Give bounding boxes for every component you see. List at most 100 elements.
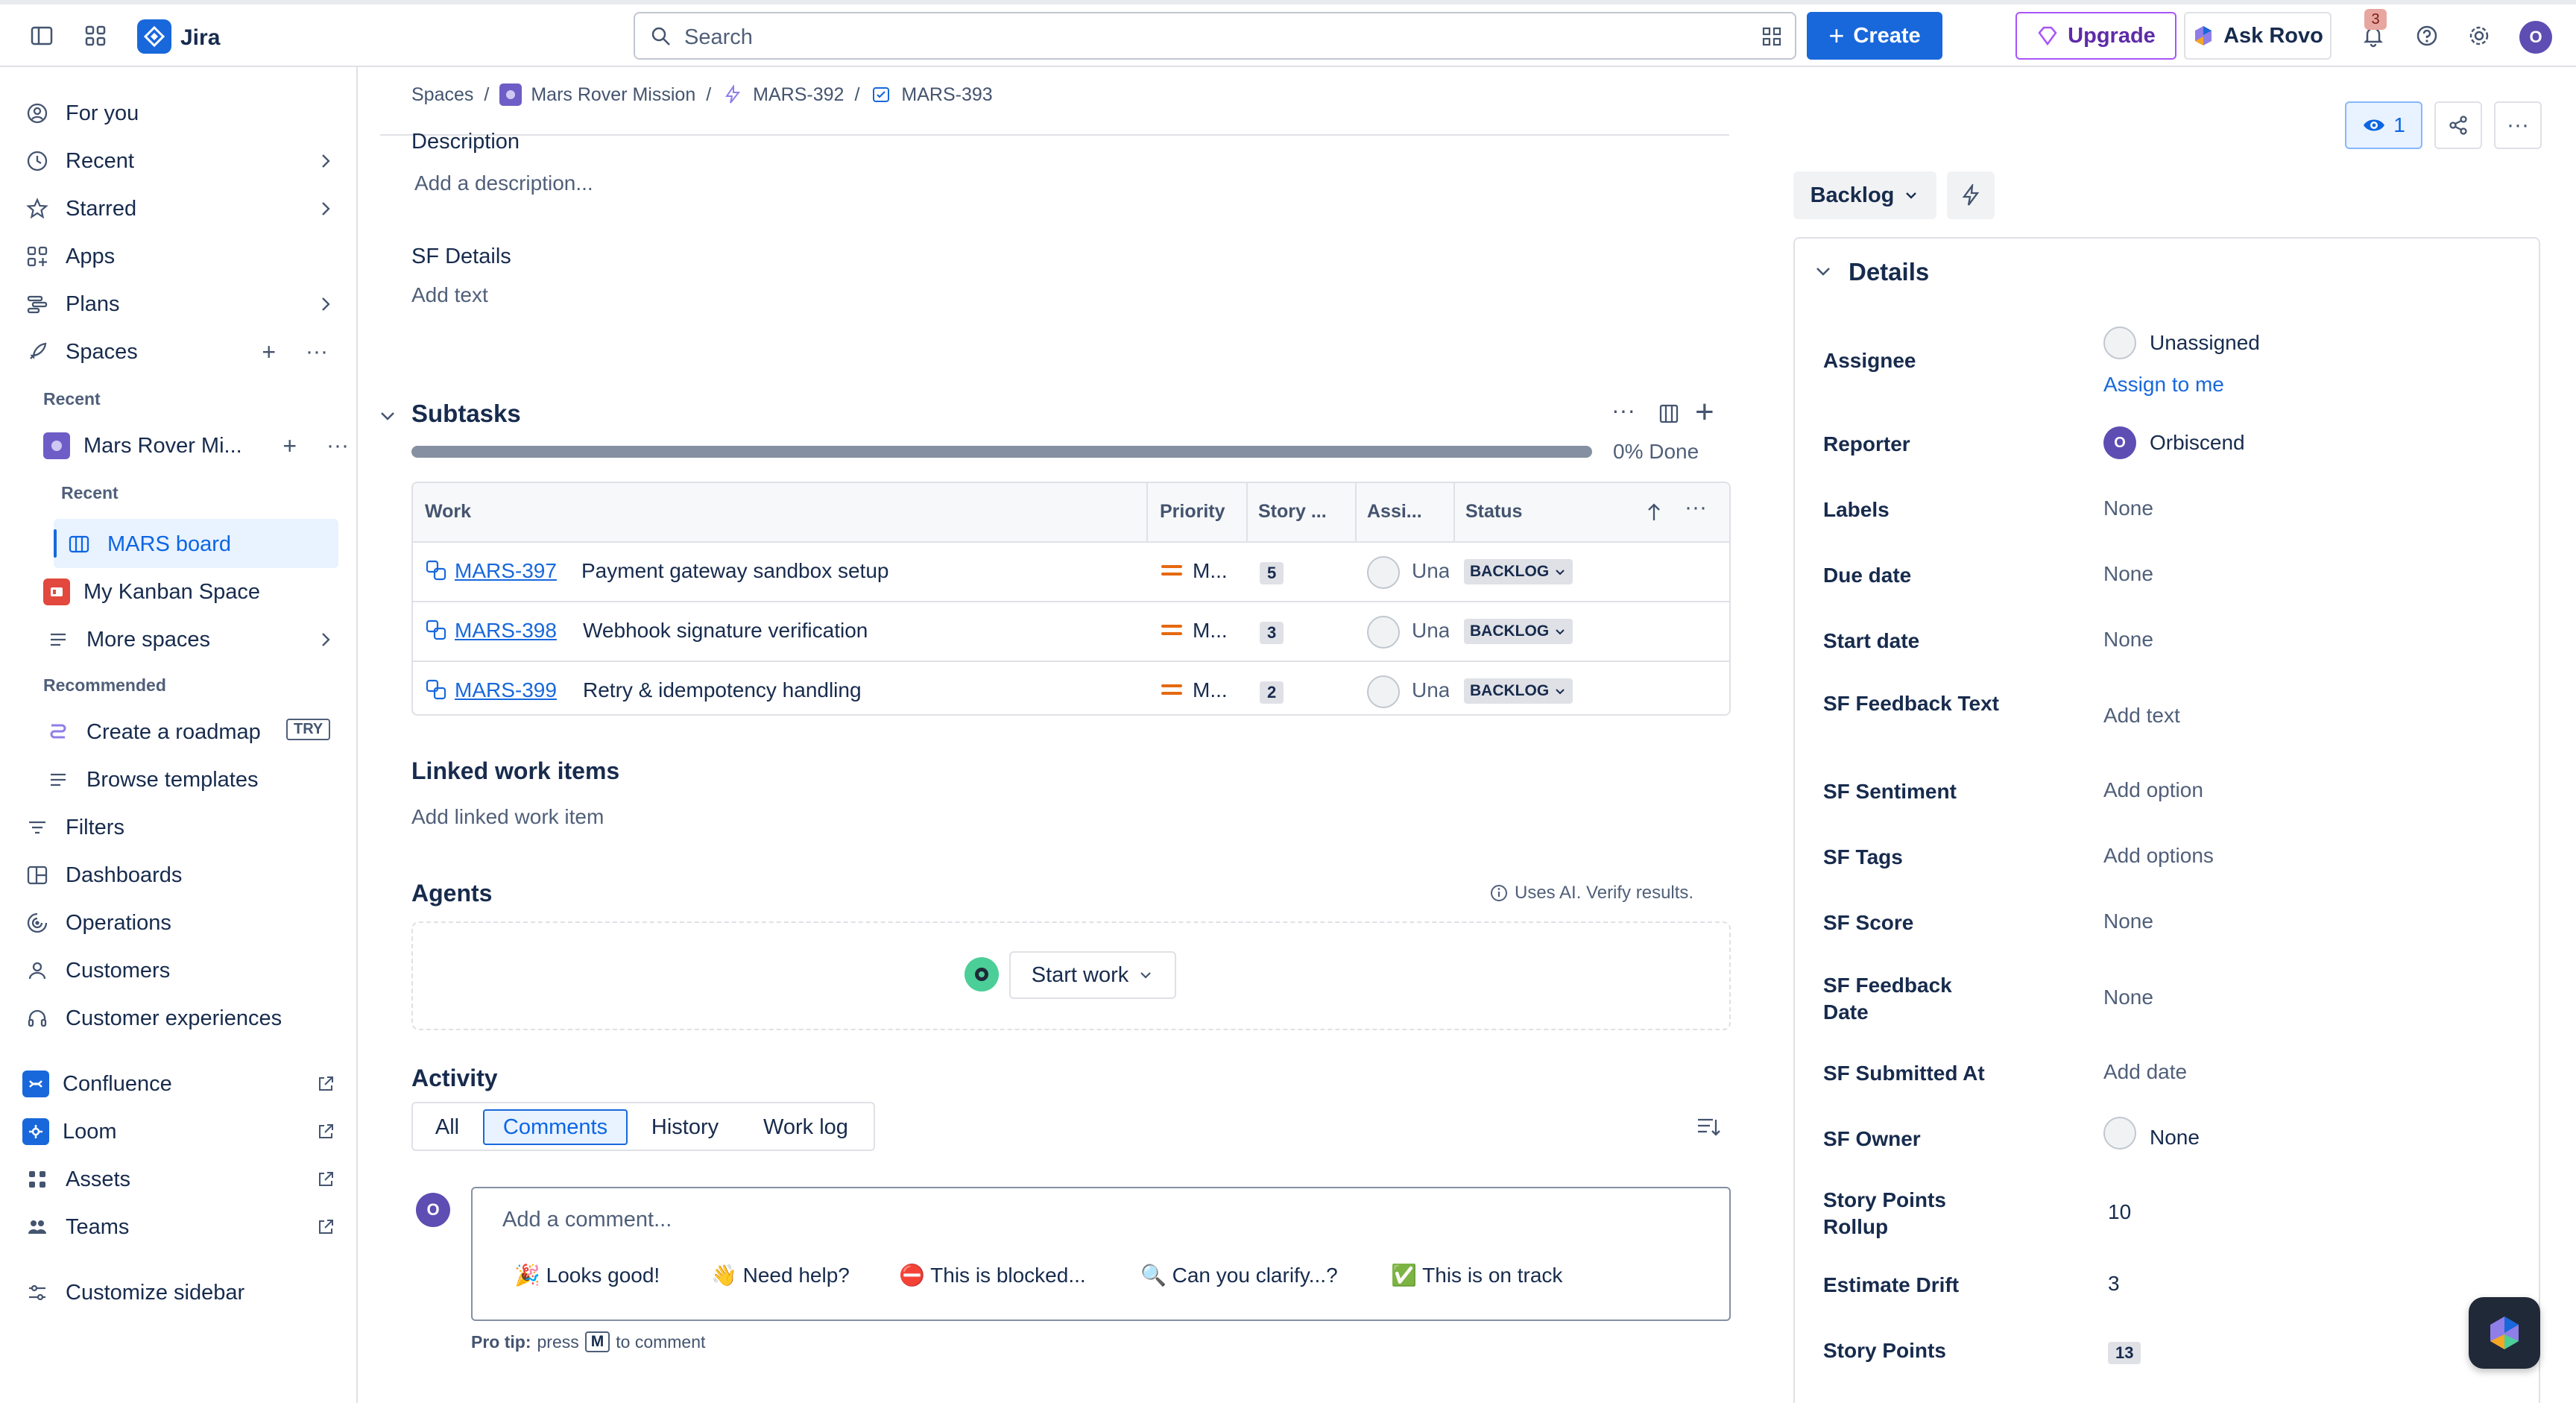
sidebar-item-assets[interactable]: Assets — [22, 1158, 335, 1200]
subtask-priority[interactable]: M... — [1193, 559, 1228, 583]
columns-icon[interactable] — [1658, 403, 1680, 425]
create-button[interactable]: + Create — [1807, 12, 1942, 60]
labels-value[interactable]: None — [2103, 496, 2153, 520]
app-switcher-icon[interactable] — [80, 21, 110, 51]
sidebar-item-loom[interactable]: Loom — [22, 1111, 335, 1153]
subtask-assignee[interactable]: Una — [1412, 678, 1449, 702]
start-work-button[interactable]: Start work — [1009, 951, 1176, 999]
subtask-summary[interactable]: Payment gateway sandbox setup — [581, 559, 888, 583]
quick-reply-blocked[interactable]: ⛔ This is blocked... — [899, 1263, 1086, 1287]
more-icon[interactable]: ··· — [306, 339, 328, 365]
status-dropdown[interactable]: BACKLOG — [1464, 678, 1573, 704]
rovo-chat-button[interactable] — [2469, 1297, 2540, 1369]
table-row[interactable]: MARS-398 Webhook signature verification … — [413, 602, 1729, 662]
tab-history[interactable]: History — [637, 1109, 733, 1145]
quick-reply-on-track[interactable]: ✅ This is on track — [1391, 1263, 1562, 1287]
sidebar-toggle-icon[interactable] — [27, 21, 57, 51]
sidebar-item-spaces[interactable]: Spaces + ··· — [22, 331, 335, 373]
subtask-key[interactable]: MARS-398 — [455, 619, 557, 643]
sidebar-item-filters[interactable]: Filters — [22, 807, 124, 848]
sf-submitted-at-value[interactable]: Add date — [2103, 1060, 2187, 1084]
sf-tags-value[interactable]: Add options — [2103, 844, 2214, 868]
add-linked-item[interactable]: Add linked work item — [411, 805, 604, 829]
due-date-value[interactable]: None — [2103, 562, 2153, 586]
tab-comments[interactable]: Comments — [483, 1109, 628, 1145]
assign-to-me-link[interactable]: Assign to me — [2103, 373, 2224, 397]
story-points-badge[interactable]: 5 — [1260, 562, 1284, 584]
story-points-badge[interactable]: 3 — [1260, 622, 1284, 644]
estimate-drift-value[interactable]: 3 — [2108, 1272, 2120, 1296]
share-button[interactable] — [2434, 101, 2482, 149]
subtask-summary[interactable]: Retry & idempotency handling — [583, 678, 862, 702]
sidebar-item-confluence[interactable]: Confluence — [22, 1063, 335, 1105]
help-icon[interactable] — [2412, 21, 2442, 51]
sidebar-item-create-roadmap[interactable]: Create a roadmap — [43, 711, 261, 753]
description-field[interactable]: Add a description... — [414, 171, 593, 195]
add-subtask-icon[interactable]: + — [1695, 394, 1714, 431]
reporter-value[interactable]: Orbiscend — [2150, 431, 2245, 455]
assignee-value[interactable]: Unassigned — [2150, 331, 2260, 355]
subtask-priority[interactable]: M... — [1193, 619, 1228, 643]
add-icon[interactable]: + — [282, 432, 297, 460]
quick-reply-clarify[interactable]: 🔍 Can you clarify...? — [1140, 1263, 1338, 1287]
breadcrumb-project[interactable]: Mars Rover Mission — [531, 84, 695, 106]
quick-reply-looks-good[interactable]: 🎉 Looks good! — [514, 1263, 660, 1287]
subtask-key[interactable]: MARS-397 — [455, 559, 557, 583]
subtask-key[interactable]: MARS-399 — [455, 678, 557, 702]
start-date-value[interactable]: None — [2103, 628, 2153, 652]
breadcrumb-spaces[interactable]: Spaces — [411, 84, 473, 106]
sf-feedback-date-value[interactable]: None — [2103, 986, 2153, 1009]
subtask-assignee[interactable]: Una — [1412, 559, 1449, 583]
sf-score-value[interactable]: None — [2103, 909, 2153, 933]
more-icon[interactable]: ··· — [1685, 495, 1707, 520]
sidebar-item-for-you[interactable]: For you — [22, 92, 139, 134]
app-name[interactable]: Jira — [180, 25, 220, 51]
sidebar-item-plans[interactable]: Plans — [22, 283, 335, 325]
gear-icon[interactable] — [2464, 21, 2494, 51]
collapse-chevron-icon[interactable] — [377, 406, 398, 426]
status-dropdown[interactable]: BACKLOG — [1464, 619, 1573, 644]
column-work[interactable]: Work — [425, 501, 471, 523]
comment-input[interactable]: Add a comment... 🎉 Looks good! 👋 Need he… — [471, 1187, 1731, 1321]
breadcrumb-current[interactable]: MARS-393 — [901, 84, 992, 106]
sidebar-item-teams[interactable]: Teams — [22, 1206, 335, 1248]
collapse-chevron-icon[interactable] — [1813, 261, 1834, 282]
sidebar-item-mars-board[interactable]: MARS board — [64, 523, 231, 565]
sidebar-item-operations[interactable]: Operations — [22, 902, 171, 944]
sidebar-item-kanban[interactable]: My Kanban Space — [43, 571, 260, 613]
tab-work-log[interactable]: Work log — [744, 1109, 868, 1145]
column-story-points[interactable]: Story ... — [1258, 501, 1327, 523]
table-row[interactable]: MARS-397 Payment gateway sandbox setup M… — [413, 543, 1729, 602]
tab-all[interactable]: All — [423, 1109, 471, 1145]
search-input[interactable]: Search — [634, 12, 1796, 60]
qr-scan-icon[interactable] — [1761, 25, 1783, 48]
column-status[interactable]: Status — [1465, 501, 1522, 523]
sidebar-item-customer-experiences[interactable]: Customer experiences — [22, 997, 282, 1039]
sidebar-item-dashboards[interactable]: Dashboards — [22, 854, 182, 896]
sort-icon[interactable] — [1695, 1114, 1722, 1141]
sf-owner-value[interactable]: None — [2150, 1126, 2200, 1150]
sidebar-item-mars-rover[interactable]: Mars Rover Mi... + ··· — [43, 425, 349, 467]
subtask-priority[interactable]: M... — [1193, 678, 1228, 702]
sidebar-item-customers[interactable]: Customers — [22, 950, 170, 991]
sidebar-item-browse-templates[interactable]: Browse templates — [43, 759, 259, 801]
user-avatar[interactable]: O — [2519, 21, 2552, 54]
subtask-assignee[interactable]: Una — [1412, 619, 1449, 643]
sf-details-field[interactable]: Add text — [411, 283, 488, 307]
story-points-badge[interactable]: 13 — [2108, 1342, 2141, 1364]
status-dropdown[interactable]: BACKLOG — [1464, 559, 1573, 584]
jira-logo-icon[interactable] — [137, 19, 171, 54]
upgrade-button[interactable]: Upgrade — [2015, 12, 2176, 60]
sidebar-item-apps[interactable]: Apps — [22, 236, 115, 277]
sidebar-item-more-spaces[interactable]: More spaces — [43, 619, 335, 660]
sidebar-item-recent[interactable]: Recent — [22, 140, 335, 182]
sidebar-item-starred[interactable]: Starred — [22, 188, 335, 230]
more-icon[interactable]: ··· — [326, 433, 349, 458]
breadcrumb-parent[interactable]: MARS-392 — [753, 84, 844, 106]
subtask-summary[interactable]: Webhook signature verification — [583, 619, 868, 643]
column-assignee[interactable]: Assi... — [1367, 501, 1422, 523]
story-points-badge[interactable]: 2 — [1260, 681, 1284, 704]
sort-ascending-icon[interactable] — [1644, 501, 1664, 523]
column-priority[interactable]: Priority — [1160, 501, 1225, 523]
more-icon[interactable]: ··· — [1611, 397, 1635, 424]
